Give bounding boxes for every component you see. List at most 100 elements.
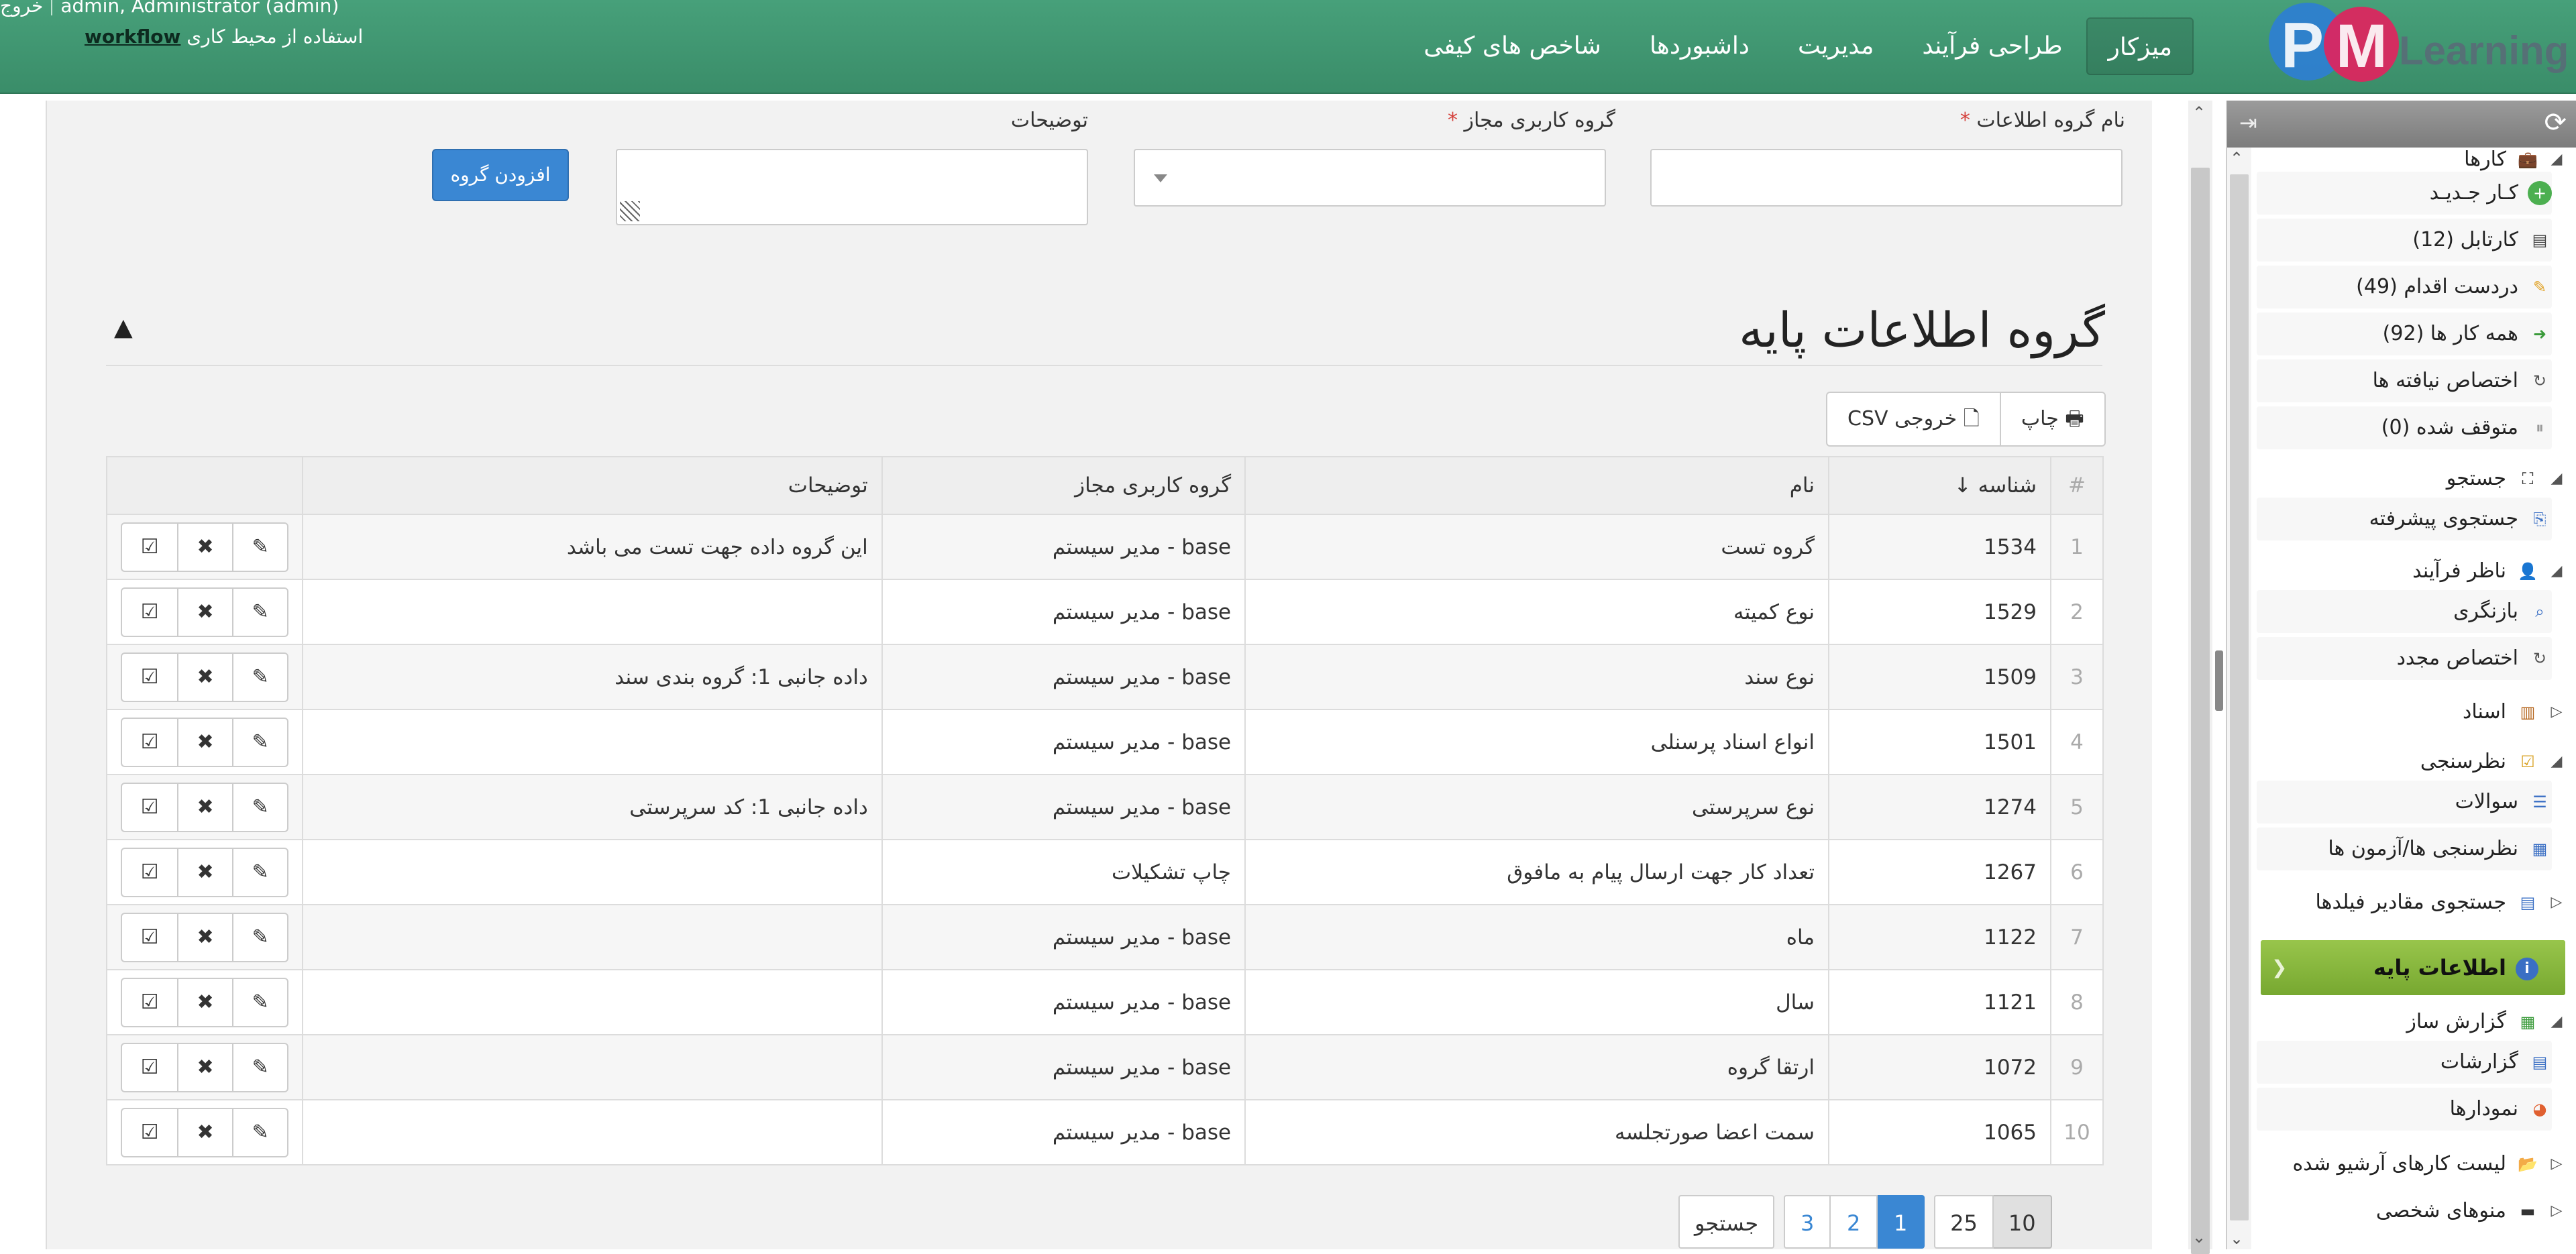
collapsed-triangle-icon[interactable]: ▷ [2546,1143,2567,1186]
nav-management[interactable]: مدیریت [1774,17,1898,75]
approve-check-icon[interactable]: ☑ [122,979,177,1026]
approve-check-icon[interactable]: ☑ [122,1044,177,1091]
sidebar-item-6[interactable]: ⏸ متوقف شده (0) [2257,406,2552,449]
approve-check-icon[interactable]: ☑ [122,849,177,896]
page-1[interactable]: 1 [1878,1195,1925,1249]
nav-process-design[interactable]: طراحی فرآیند [1898,17,2086,75]
sidebar-item-21[interactable]: ▷ 📂 لیست کارهای آرشیو شده [2293,1143,2567,1186]
sidebar-item-9[interactable]: ◢ 👤 ناظر فرآیند [2412,550,2567,593]
refresh-icon[interactable]: ⟳ [2544,107,2567,138]
user-group-select[interactable] [1134,149,1606,207]
print-button[interactable]: 🖶 چاپ [1999,393,2104,445]
csv-export-button[interactable]: 🗋 خروجی CSV [1827,393,2000,445]
edit-icon[interactable]: ✎ [232,1043,287,1091]
group-name-input[interactable] [1650,149,2123,207]
col-name[interactable]: نام [1244,456,1830,515]
collapse-panel-icon[interactable]: ⇥ [2239,110,2257,135]
survey-icon: ☑ [2520,752,2535,771]
expanded-triangle-icon[interactable]: ◢ [2546,1001,2567,1043]
sidebar-item-10[interactable]: ⌕ بازنگری [2257,590,2552,633]
pm-learning-logo[interactable]: P M Learning [2241,0,2576,94]
edit-icon[interactable]: ✎ [232,978,287,1026]
sidebar-item-12[interactable]: ▷ ▥ اسناد [2463,691,2567,734]
col-id[interactable]: شناسه ↓ [1828,456,2051,515]
nav-dashboards[interactable]: داشبوردها [1625,17,1774,75]
sidebar-item-2[interactable]: ▤ کارتابل (12) [2257,219,2552,262]
approve-check-icon[interactable]: ☑ [122,914,177,961]
scrollbar-thumb[interactable] [2230,174,2249,1220]
scroll-up-icon[interactable]: ⌃ [2192,103,2206,122]
nav-quality-indicators[interactable]: شاخص های کیفی [1399,17,1625,75]
page-3[interactable]: 3 [1784,1195,1831,1249]
sidebar-item-1[interactable]: + کـار جـدیـد [2257,172,2552,215]
sidebar-item-13[interactable]: ◢ ☑ نظرسنجی [2420,740,2567,783]
sidebar-item-7[interactable]: ◢ ⛶ جستجو [2447,457,2567,500]
delete-x-icon[interactable]: ✖ [177,978,232,1026]
sidebar-item-18[interactable]: ◢ ▦ گزارش ساز [2406,1001,2567,1043]
delete-x-icon[interactable]: ✖ [177,783,232,831]
collapsed-triangle-icon[interactable]: ▷ [2546,1190,2567,1233]
sidebar-item-3[interactable]: ✎ دردست اقدام (49) [2257,266,2552,308]
scroll-down-icon[interactable]: ⌄ [2230,1229,2243,1248]
page-2[interactable]: 2 [1831,1195,1878,1249]
search-button[interactable]: جستجو [1678,1195,1775,1249]
expanded-triangle-icon[interactable]: ◢ [2546,550,2567,593]
sidebar-item-4[interactable]: ➜ همه کار ها (92) [2257,312,2552,355]
delete-x-icon[interactable]: ✖ [177,588,232,636]
page-size-25[interactable]: 25 [1934,1195,1994,1249]
sidebar-item-8[interactable]: ⎘ جستجوی پیشرفته [2257,498,2552,540]
edit-icon[interactable]: ✎ [232,588,287,636]
col-user-group[interactable]: گروه کاربری مجاز [881,456,1246,515]
row-action-group: ☑ ✖ ✎ [121,977,289,1027]
scroll-up-icon[interactable]: ⌃ [2230,149,2243,168]
sidebar-scrollbar[interactable]: ⌃ ⌄ [2227,148,2251,1249]
delete-x-icon[interactable]: ✖ [177,913,232,961]
sidebar-item-19[interactable]: ▤ گزارشات [2257,1041,2552,1084]
sidebar-item-15[interactable]: ▦ نظرسنجی ها/آزمون ها [2257,828,2552,870]
expanded-triangle-icon[interactable]: ◢ [2546,740,2567,783]
nav-dashboard[interactable]: میزکار [2086,17,2194,75]
delete-x-icon[interactable]: ✖ [177,653,232,701]
page-size-10[interactable]: 10 [1993,1195,2052,1249]
collapsed-triangle-icon[interactable]: ▷ [2546,691,2567,734]
sidebar-item-base-info[interactable]: ❮ i اطلاعات پایه [2261,940,2565,995]
approve-check-icon[interactable]: ☑ [122,784,177,831]
splitter-handle[interactable] [2215,650,2223,711]
main-scrollbar[interactable]: ⌃ ⌄ [2188,101,2212,1254]
edit-icon[interactable]: ✎ [232,1108,287,1156]
expanded-triangle-icon[interactable]: ◢ [2546,457,2567,500]
col-description[interactable]: توضیحات [302,456,883,515]
edit-icon[interactable]: ✎ [232,913,287,961]
approve-check-icon[interactable]: ☑ [122,524,177,571]
edit-icon[interactable]: ✎ [232,523,287,571]
delete-x-icon[interactable]: ✖ [177,848,232,896]
sidebar-item-22[interactable]: ▷ ▬ منوهای شخصی [2376,1190,2567,1233]
scroll-down-icon[interactable]: ⌄ [2192,1228,2206,1247]
workspace-link[interactable]: workflow [85,25,180,48]
add-group-button[interactable]: افزودن گروه [432,149,569,201]
approve-check-icon[interactable]: ☑ [122,589,177,636]
sidebar-item-5[interactable]: ↻ اختصاص نیافته ها [2257,359,2552,402]
approve-check-icon[interactable]: ☑ [122,719,177,766]
resize-grip-icon[interactable] [620,201,640,221]
description-textarea[interactable] [616,149,1088,225]
sidebar-item-14[interactable]: ☰ سوالات [2257,781,2552,823]
sidebar-item-11[interactable]: ↻ اختصاص مجدد [2257,637,2552,680]
edit-icon[interactable]: ✎ [232,848,287,896]
approve-check-icon[interactable]: ☑ [122,1109,177,1156]
scrollbar-thumb[interactable] [2191,168,2210,1254]
logout-link[interactable]: خروج [0,0,43,17]
sidebar-item-16[interactable]: ▷ ▤ جستجوی مقادیر فیلدها [2316,881,2567,924]
chevron-up-icon[interactable]: ▲ [114,314,133,341]
approve-check-icon[interactable]: ☑ [122,654,177,701]
edit-icon[interactable]: ✎ [232,783,287,831]
delete-x-icon[interactable]: ✖ [177,1043,232,1091]
delete-x-icon[interactable]: ✖ [177,1108,232,1156]
delete-x-icon[interactable]: ✖ [177,523,232,571]
edit-icon[interactable]: ✎ [232,718,287,766]
sidebar-item-20[interactable]: ◕ نمودارها [2257,1088,2552,1131]
edit-icon[interactable]: ✎ [232,653,287,701]
panel-splitter[interactable] [2212,101,2226,1249]
collapsed-triangle-icon[interactable]: ▷ [2546,881,2567,924]
delete-x-icon[interactable]: ✖ [177,718,232,766]
